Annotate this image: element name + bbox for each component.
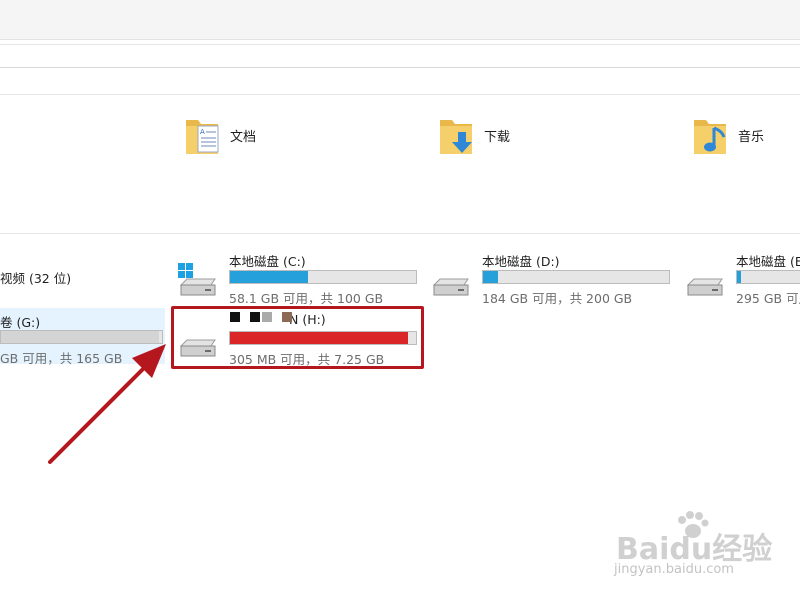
drive-name: 本地磁盘 (D:) [482, 254, 560, 269]
svg-text:A: A [200, 128, 205, 136]
folder-label: 文档 [230, 130, 257, 145]
ribbon-area [0, 0, 800, 40]
address-bar[interactable] [0, 44, 800, 68]
drive-c[interactable]: 本地磁盘 (C:) 58.1 GB 可用，共 100 GB [177, 251, 427, 307]
highlight-box [171, 306, 424, 369]
downloads-folder-icon [440, 120, 472, 154]
music-folder-icon [694, 120, 726, 154]
drive-usage-fill [737, 271, 741, 283]
windows-drive-icon [178, 263, 216, 296]
folder-music[interactable]: 音乐 [692, 114, 800, 158]
annotation-arrow-icon [48, 344, 166, 464]
drive-name: 卷 (G:) [0, 315, 41, 330]
folder-downloads[interactable]: 下载 [438, 114, 558, 158]
drive-usage-bar [229, 270, 417, 284]
drive-space: 295 GB 可用 [736, 291, 800, 306]
drive-usage-bar [482, 270, 670, 284]
drive-name: 本地磁盘 (C:) [229, 254, 306, 269]
drive-usage-fill [483, 271, 498, 283]
hard-drive-icon [432, 278, 469, 296]
section-divider [0, 94, 800, 95]
drive-usage-fill [230, 271, 308, 283]
drive-space: 58.1 GB 可用，共 100 GB [229, 291, 384, 306]
drive-name: 本地磁盘 (E [736, 254, 800, 269]
section-divider [0, 233, 800, 234]
folder-label: 下载 [484, 130, 511, 145]
folder-label: 音乐 [738, 130, 765, 145]
drive-usage-bar [736, 270, 800, 284]
hard-drive-icon [686, 278, 723, 296]
folder-documents[interactable]: A 文档 [184, 114, 304, 158]
drive-space: 184 GB 可用，共 200 GB [482, 291, 633, 306]
watermark: Baidu经验 jingyan.baidu.com [610, 510, 772, 590]
drive-e[interactable]: 本地磁盘 (E 295 GB 可用 [684, 251, 800, 307]
watermark-url: jingyan.baidu.com [614, 562, 734, 577]
documents-folder-icon: A [186, 120, 219, 154]
video-item-label[interactable]: 视频 (32 位) [0, 268, 71, 287]
drive-d[interactable]: 本地磁盘 (D:) 184 GB 可用，共 200 GB [430, 251, 680, 307]
